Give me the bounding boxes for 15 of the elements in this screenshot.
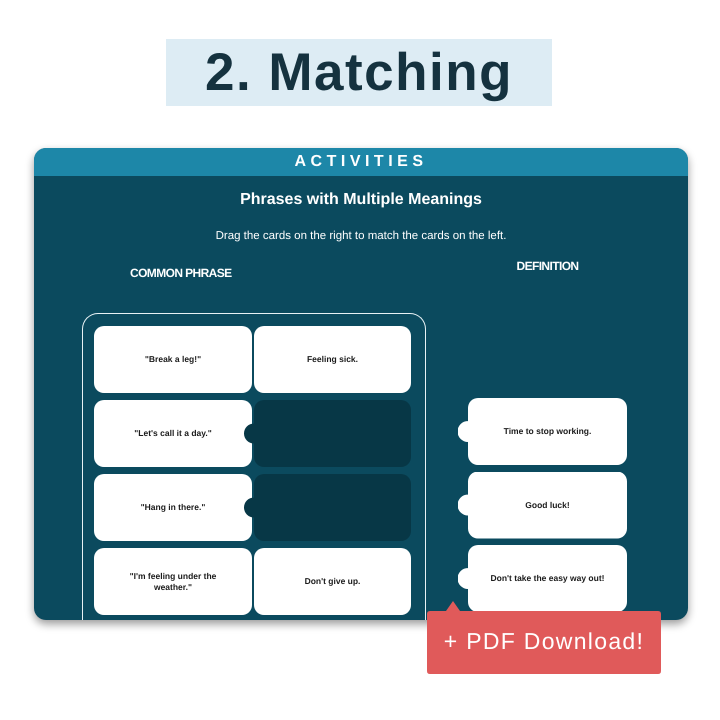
definition-card[interactable]: Time to stop working.	[458, 398, 627, 465]
definition-card[interactable]: Don't take the easy way out!	[458, 545, 627, 612]
column-heading: DEFINITION	[516, 259, 578, 273]
definition-card[interactable]: Don't give up.	[254, 548, 411, 615]
activity-title: Phrases with Multiple Meanings	[240, 190, 482, 210]
title-banner: 2. Matching	[166, 39, 552, 106]
phrase-card: "Hang in there."	[94, 474, 252, 541]
phrase-card: "Break a leg!"	[94, 326, 252, 393]
phrase-card: "Let's call it a day."	[94, 400, 252, 467]
instructions-text: Drag the cards on the right to match the cards on the left.	[216, 229, 506, 244]
definition-card[interactable]: Good luck!	[458, 472, 627, 538]
phrase-card: "I'm feeling under the weather."	[94, 548, 252, 615]
column-heading: COMMON PHRASE	[130, 266, 232, 280]
definition-card[interactable]: Feeling sick.	[254, 326, 411, 393]
panel-header: ACTIVITIES	[34, 148, 688, 176]
